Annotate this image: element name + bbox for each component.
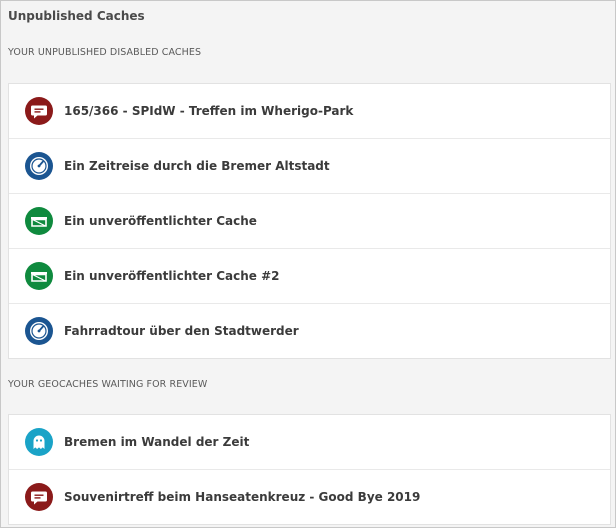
ghost-cache-icon: [25, 428, 53, 456]
cache-row[interactable]: Ein Zeitreise durch die Bremer Altstadt: [9, 139, 610, 194]
cache-row[interactable]: Ein unveröffentlichter Cache: [9, 194, 610, 249]
cache-row[interactable]: Fahrradtour über den Stadtwerder: [9, 304, 610, 358]
disabled-caches-list: 165/366 - SPIdW - Treffen im Wherigo-Par…: [8, 83, 611, 359]
cache-name[interactable]: Fahrradtour über den Stadtwerder: [64, 324, 299, 338]
cache-row[interactable]: Ein unveröffentlichter Cache #2: [9, 249, 610, 304]
traditional-cache-icon: [25, 262, 53, 290]
wherigo-cache-icon: [25, 317, 53, 345]
review-caches-list: Bremen im Wandel der Zeit Souvenirtreff …: [8, 414, 611, 525]
section-label-disabled: YOUR UNPUBLISHED DISABLED CACHES: [8, 47, 202, 58]
unpublished-caches-panel: Unpublished Caches YOUR UNPUBLISHED DISA…: [0, 0, 616, 528]
cache-name[interactable]: Ein unveröffentlichter Cache: [64, 214, 257, 228]
cache-name[interactable]: 165/366 - SPIdW - Treffen im Wherigo-Par…: [64, 104, 353, 118]
page-title: Unpublished Caches: [8, 9, 145, 23]
section-label-review: YOUR GEOCACHES WAITING FOR REVIEW: [8, 379, 208, 390]
cache-row[interactable]: Bremen im Wandel der Zeit: [9, 415, 610, 470]
event-cache-icon: [25, 97, 53, 125]
traditional-cache-icon: [25, 207, 53, 235]
cache-name[interactable]: Souvenirtreff beim Hanseatenkreuz - Good…: [64, 490, 420, 504]
cache-row[interactable]: Souvenirtreff beim Hanseatenkreuz - Good…: [9, 470, 610, 524]
cache-row[interactable]: 165/366 - SPIdW - Treffen im Wherigo-Par…: [9, 84, 610, 139]
cache-name[interactable]: Ein Zeitreise durch die Bremer Altstadt: [64, 159, 330, 173]
event-cache-icon: [25, 483, 53, 511]
cache-name[interactable]: Ein unveröffentlichter Cache #2: [64, 269, 280, 283]
cache-name[interactable]: Bremen im Wandel der Zeit: [64, 435, 249, 449]
wherigo-cache-icon: [25, 152, 53, 180]
